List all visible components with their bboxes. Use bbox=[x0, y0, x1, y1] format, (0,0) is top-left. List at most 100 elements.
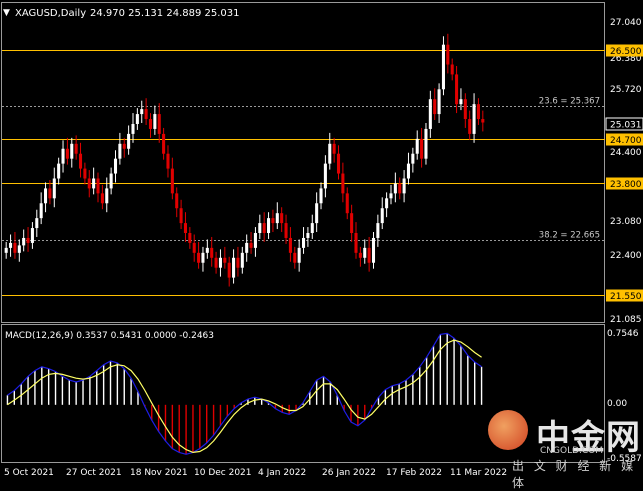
candle-body bbox=[153, 114, 157, 129]
candle-body bbox=[267, 218, 271, 234]
collapse-arrow-icon[interactable]: ▼ bbox=[3, 8, 10, 18]
candle-body bbox=[183, 223, 187, 234]
candle-body bbox=[411, 153, 415, 164]
candle-body bbox=[315, 203, 319, 224]
level-label: 24.700 bbox=[610, 136, 642, 146]
candle-body bbox=[26, 237, 30, 243]
candle-body bbox=[92, 178, 96, 189]
candle-body bbox=[319, 188, 323, 204]
candle-body bbox=[380, 208, 384, 224]
candle-body bbox=[192, 242, 196, 253]
time-tick: 4 Jan 2022 bbox=[258, 468, 306, 478]
cngold-logo-icon bbox=[488, 410, 528, 450]
candle-body bbox=[170, 168, 174, 194]
candle-body bbox=[293, 252, 297, 263]
fib-label: 38.2 = 22.665 bbox=[539, 231, 600, 241]
candle-body bbox=[201, 252, 205, 263]
candle-body bbox=[35, 218, 39, 229]
candle-body bbox=[127, 133, 131, 149]
candle-body bbox=[61, 148, 65, 164]
candle-body bbox=[253, 233, 257, 248]
candle-body bbox=[52, 178, 56, 199]
candle-body bbox=[275, 213, 279, 224]
candle-body bbox=[402, 178, 406, 194]
candle-body bbox=[463, 99, 467, 120]
candle-body bbox=[4, 247, 8, 253]
candle-body bbox=[367, 247, 371, 263]
candle-body bbox=[17, 245, 21, 253]
candle-body bbox=[428, 99, 432, 129]
candle-body bbox=[240, 252, 244, 268]
candle-body bbox=[78, 153, 83, 169]
candle-body bbox=[363, 247, 367, 258]
candle-body bbox=[328, 143, 332, 164]
candle-body bbox=[350, 213, 354, 234]
candle-body bbox=[472, 104, 476, 134]
candle-body bbox=[455, 74, 459, 105]
candle-body bbox=[476, 104, 480, 120]
candle-body bbox=[83, 168, 87, 179]
candle-body bbox=[280, 213, 284, 224]
level-label: 21.550 bbox=[610, 292, 642, 302]
price-tick: 22.400 bbox=[610, 251, 642, 261]
price-tick: 24.400 bbox=[610, 148, 642, 158]
candle-body bbox=[227, 262, 231, 278]
candle-body bbox=[481, 119, 485, 123]
time-tick: 11 Mar 2022 bbox=[450, 468, 507, 478]
candle-body bbox=[57, 163, 61, 179]
time-tick: 17 Feb 2022 bbox=[386, 468, 442, 478]
candle-body bbox=[157, 114, 161, 134]
time-tick: 5 Oct 2021 bbox=[4, 468, 54, 478]
candle-body bbox=[302, 237, 306, 248]
candle-body bbox=[336, 153, 341, 174]
symbol-label: XAGUSD,Daily bbox=[15, 8, 86, 19]
candle-body bbox=[459, 99, 463, 105]
candle-body bbox=[87, 178, 91, 189]
chart-window: ▼ XAGUSD,Daily 24.970 25.131 24.889 25.0… bbox=[0, 0, 643, 490]
candle-body bbox=[376, 223, 380, 238]
candle-body bbox=[345, 193, 349, 214]
candle-body bbox=[210, 247, 214, 258]
candle-body bbox=[166, 153, 170, 169]
candle-body bbox=[218, 257, 222, 268]
candle-body bbox=[284, 223, 288, 238]
candle-body bbox=[205, 247, 209, 253]
candle-body bbox=[30, 228, 34, 243]
time-tick: 27 Oct 2021 bbox=[66, 468, 122, 478]
candle-body bbox=[232, 257, 236, 278]
candle-body bbox=[70, 143, 74, 159]
candle-body bbox=[214, 257, 218, 268]
candle-body bbox=[415, 138, 419, 154]
candle-body bbox=[306, 233, 310, 238]
price-tick: 25.720 bbox=[610, 85, 642, 95]
candle-body bbox=[140, 109, 144, 115]
macd-tick: 0.7546 bbox=[607, 329, 639, 339]
candle-body bbox=[162, 133, 166, 154]
watermark-domain: CNGOLD.COM bbox=[540, 446, 604, 456]
candle-body bbox=[341, 173, 345, 194]
candle-body bbox=[100, 193, 104, 204]
candle-body bbox=[131, 123, 135, 134]
candle-body bbox=[398, 183, 402, 194]
candle-body bbox=[297, 247, 301, 263]
time-tick: 10 Dec 2021 bbox=[194, 468, 252, 478]
level-label: 23.800 bbox=[610, 180, 642, 190]
candle-body bbox=[450, 64, 454, 75]
candle-body bbox=[424, 128, 428, 159]
candle-body bbox=[288, 237, 292, 253]
candle-body bbox=[118, 143, 122, 159]
candle-body bbox=[109, 173, 113, 189]
candle-body bbox=[406, 163, 411, 179]
candle-body bbox=[249, 242, 253, 248]
macd-tick: 0.00 bbox=[607, 399, 627, 409]
candle-body bbox=[74, 143, 78, 154]
candle-body bbox=[44, 188, 48, 204]
candle-body bbox=[22, 237, 26, 246]
candle-body bbox=[371, 237, 376, 263]
candle-body bbox=[105, 188, 109, 204]
candle-body bbox=[389, 193, 393, 199]
time-tick: 18 Nov 2021 bbox=[130, 468, 188, 478]
candle-body bbox=[175, 193, 179, 209]
candle-body bbox=[179, 208, 183, 224]
candle-body bbox=[197, 252, 201, 263]
